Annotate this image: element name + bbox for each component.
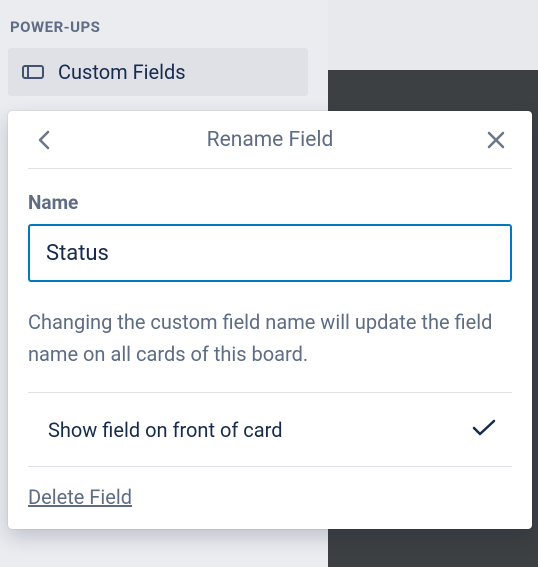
- back-button[interactable]: [28, 124, 60, 156]
- custom-fields-icon: [22, 65, 44, 79]
- chevron-left-icon: [37, 129, 51, 151]
- powerup-custom-fields[interactable]: Custom Fields: [8, 48, 308, 96]
- rename-field-popover: Rename Field Name Changing the custom fi…: [8, 111, 532, 529]
- check-icon: [472, 419, 496, 441]
- toggle-label: Show field on front of card: [48, 418, 283, 442]
- popover-title: Rename Field: [207, 128, 334, 152]
- delete-field-link[interactable]: Delete Field: [28, 485, 132, 509]
- name-label: Name: [28, 191, 512, 214]
- close-icon: [486, 130, 506, 150]
- content-background-top: [328, 0, 538, 70]
- help-text: Changing the custom field name will upda…: [28, 306, 512, 393]
- popover-header: Rename Field: [28, 111, 512, 169]
- show-on-front-toggle[interactable]: Show field on front of card: [28, 393, 512, 467]
- powerup-label: Custom Fields: [58, 60, 186, 84]
- field-name-input[interactable]: [28, 224, 512, 282]
- powerups-section-title: POWER-UPS: [10, 18, 100, 36]
- close-button[interactable]: [480, 124, 512, 156]
